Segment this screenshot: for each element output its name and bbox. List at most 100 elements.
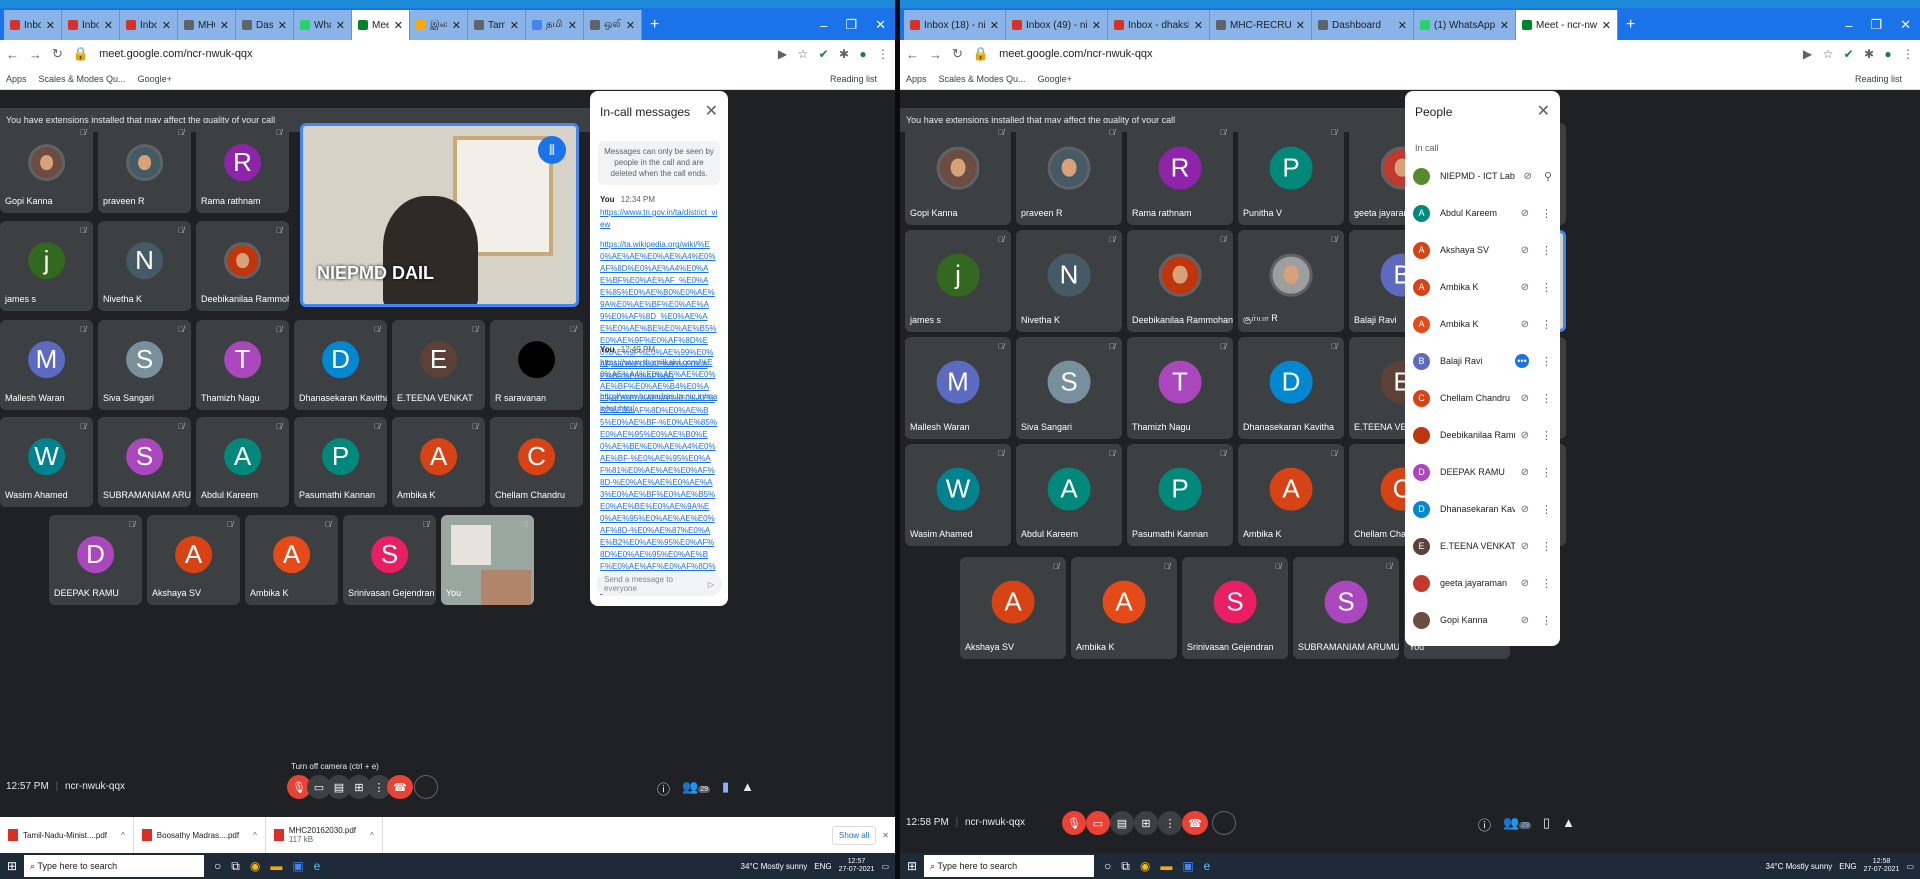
tab-close-icon[interactable]: ✕ [452, 19, 461, 32]
message-input[interactable]: Send a message to everyone ▷ [596, 572, 722, 596]
extension-icon[interactable]: ✔ [819, 47, 829, 61]
participant-tile[interactable]: j 🎙̸ james s [905, 230, 1011, 332]
more-options-icon[interactable]: ⋮ [1541, 577, 1552, 590]
browser-tab[interactable]: Inbox (18) - niepmd.dail.ictlab@ ✕ [904, 10, 1006, 40]
captions-icon[interactable]: ▤ [1110, 811, 1134, 835]
participant-tile[interactable]: M 🎙̸ Mallesh Waran [905, 337, 1011, 439]
browser-tab[interactable]: Meet - ncr- ✕ [352, 10, 410, 40]
taskbar-search[interactable]: ⌕ Type here to search [924, 855, 1094, 877]
edge-icon[interactable]: e [1204, 859, 1211, 873]
participant-tile[interactable]: A 🎙̸ Ambika K [1238, 444, 1344, 546]
participant-tile[interactable]: A 🎙̸ Akshaya SV [960, 557, 1066, 659]
participant-tile[interactable]: S 🎙̸ Srinivasan Gejendran [1182, 557, 1288, 659]
bookmark-scales[interactable]: Scales & Modes Qu... [939, 74, 1026, 84]
chrome-icon[interactable]: ◉ [250, 859, 260, 873]
browser-tab[interactable]: WhatsApp ✕ [294, 10, 352, 40]
leave-call-icon[interactable]: ☎ [387, 775, 413, 799]
download-item[interactable]: Tamil-Nadu-Minist....pdf ^ [0, 817, 134, 853]
tab-close-icon[interactable]: ✕ [162, 19, 171, 32]
url-field[interactable]: meet.google.com/ncr-nwuk-qqx [999, 48, 1796, 60]
participant-tile[interactable]: W 🎙̸ Wasim Ahamed [905, 444, 1011, 546]
browser-tab[interactable]: Inbox (49) - niep ✕ [62, 10, 120, 40]
browser-tab[interactable]: (1) WhatsApp ✕ [1414, 10, 1516, 40]
clock[interactable]: 12:57 27-07-2021 [839, 858, 875, 873]
reading-list[interactable]: Reading list [830, 74, 877, 84]
people-list-item[interactable]: D DEEPAK RAMU ⊘ ⋮ [1413, 457, 1552, 487]
minimize-icon[interactable]: – [811, 18, 836, 33]
cortana-icon[interactable]: ○ [214, 859, 221, 873]
more-options-icon[interactable]: ⋮ [1541, 281, 1552, 294]
more-options-icon[interactable]: ⋮ [1158, 811, 1182, 835]
restore-icon[interactable]: ❐ [836, 17, 866, 33]
leave-call-icon[interactable]: ☎ [1182, 811, 1208, 835]
file-explorer-icon[interactable]: ▬ [270, 859, 282, 873]
chevron-up-icon[interactable]: ^ [121, 831, 125, 840]
browser-tab[interactable]: Inbox (49) - niepmd.dail@gmail ✕ [1006, 10, 1108, 40]
people-list-item[interactable]: A Ambika K ⊘ ⋮ [1413, 309, 1552, 339]
profile-icon[interactable]: ● [1884, 47, 1891, 61]
participant-tile[interactable]: 🎙̸ Gopi Kanna [0, 123, 93, 213]
info-icon[interactable]: ⓘ [1478, 815, 1491, 834]
tab-close-icon[interactable]: ✕ [46, 19, 55, 32]
participant-tile[interactable]: P 🎙̸ Pasumathi Kannan [1127, 444, 1233, 546]
bookmark-google-plus[interactable]: Google+ [138, 74, 172, 84]
show-all-button[interactable]: Show all [832, 825, 877, 845]
camera-off-icon[interactable]: ▭ [1086, 811, 1110, 835]
browser-tab[interactable]: இலவச அகராதி ✕ [410, 10, 468, 40]
notifications-icon[interactable]: ▭ [1906, 862, 1914, 871]
cortana-icon[interactable]: ○ [1104, 859, 1111, 873]
star-icon[interactable]: ☆ [1822, 47, 1833, 61]
participant-tile[interactable]: R 🎙̸ Rama rathnam [1127, 123, 1233, 225]
participant-tile[interactable]: 🎙̸ சூர்யா R [1238, 230, 1344, 332]
participant-tile[interactable]: M 🎙̸ Mallesh Waran [0, 320, 93, 410]
minimize-icon[interactable]: – [1836, 18, 1861, 33]
participant-tile[interactable]: T 🎙̸ Thamizh Nagu [1127, 337, 1233, 439]
cast-icon[interactable]: ▶ [778, 47, 787, 61]
pin-icon[interactable]: ⚲ [1544, 170, 1552, 183]
people-list-item[interactable]: B Balaji Ravi ••• ⋮ [1413, 346, 1552, 376]
tab-close-icon[interactable]: ✕ [1194, 19, 1203, 32]
participant-tile[interactable]: 🎙̸ Deebikanilaa Rammohan [1127, 230, 1233, 332]
message-link[interactable]: https://www.thamilkalvi.com/%E0%AE%A4%E0… [600, 357, 718, 597]
activities-icon[interactable]: ▲ [1562, 815, 1575, 834]
participant-tile[interactable]: 🎙̸ Gopi Kanna [905, 123, 1011, 225]
tab-close-icon[interactable]: ✕ [394, 19, 403, 32]
participant-tile[interactable]: S 🎙̸ SUBRAMANIAM ARUMUGAM [1293, 557, 1399, 659]
participant-tile[interactable]: A 🎙̸ Ambika K [392, 417, 485, 507]
task-view-icon[interactable]: ⧉ [231, 859, 240, 874]
windows-start-icon[interactable]: ⊞ [900, 859, 924, 873]
more-options-icon[interactable]: ⋮ [1541, 244, 1552, 257]
chrome-icon[interactable]: ◉ [1140, 859, 1150, 873]
participant-tile[interactable]: j 🎙̸ james s [0, 221, 93, 311]
tab-close-icon[interactable]: ✕ [1602, 19, 1611, 32]
menu-icon[interactable]: ⋮ [1902, 47, 1914, 61]
people-list-item[interactable]: C Chellam Chandru ⊘ ⋮ [1413, 383, 1552, 413]
cast-icon[interactable]: ▶ [1803, 47, 1812, 61]
windows-start-icon[interactable]: ⊞ [0, 859, 24, 873]
participant-tile[interactable]: C 🎙̸ Chellam Chandru [490, 417, 583, 507]
weather[interactable]: 34°C Mostly sunny [741, 862, 808, 871]
tab-close-icon[interactable]: ✕ [1092, 19, 1101, 32]
new-tab-button[interactable]: + [642, 10, 667, 40]
info-icon[interactable]: ⓘ [657, 779, 670, 798]
present-icon[interactable]: ⊞ [1134, 811, 1158, 835]
tab-close-icon[interactable]: ✕ [336, 19, 345, 32]
notifications-icon[interactable]: ▭ [881, 862, 889, 871]
participant-tile[interactable]: S 🎙̸ Siva Sangari [1016, 337, 1122, 439]
participant-tile[interactable]: 🎙̸ praveen R [98, 123, 191, 213]
tab-close-icon[interactable]: ✕ [1398, 19, 1407, 32]
browser-tab[interactable]: Dashboard ✕ [1312, 10, 1414, 40]
close-window-icon[interactable]: ✕ [1891, 17, 1920, 33]
url-field[interactable]: meet.google.com/ncr-nwuk-qqx [99, 48, 771, 60]
puzzle-icon[interactable]: ✱ [839, 47, 849, 61]
participant-tile[interactable]: P 🎙̸ Pasumathi Kannan [294, 417, 387, 507]
bookmark-scales[interactable]: Scales & Modes Qu... [39, 74, 126, 84]
browser-tab[interactable]: தமிழ் அகராதி ✕ [526, 10, 584, 40]
tab-close-icon[interactable]: ✕ [1500, 19, 1509, 32]
participant-tile[interactable]: S 🎙̸ SUBRAMANIAM ARUMUGAM [98, 417, 191, 507]
participant-tile[interactable]: R 🎙̸ Rama rathnam [196, 123, 289, 213]
send-icon[interactable]: ▷ [708, 580, 714, 589]
chat-icon[interactable]: ▮ [722, 779, 729, 798]
browser-tab[interactable]: MHC-RECRUITMENT ✕ [1210, 10, 1312, 40]
people-list-item[interactable]: A Akshaya SV ⊘ ⋮ [1413, 235, 1552, 265]
